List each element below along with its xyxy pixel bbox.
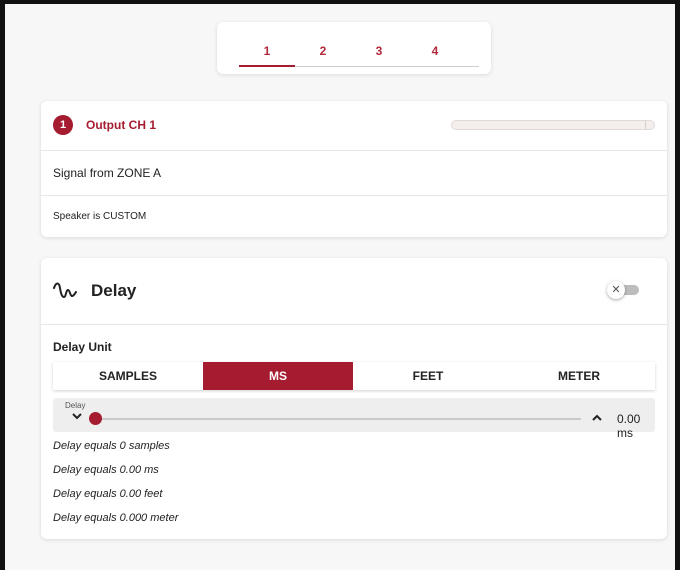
delay-slider-thumb[interactable] bbox=[89, 412, 102, 425]
app-frame: 1 2 3 4 1 Output CH 1 Signal from ZONE A… bbox=[0, 0, 680, 570]
output-title: Output CH 1 bbox=[86, 118, 156, 132]
level-meter-tick bbox=[645, 121, 646, 129]
delay-slider-field: Delay 0.00 ms bbox=[53, 398, 655, 440]
speaker-type-text: Speaker is CUSTOM bbox=[53, 211, 147, 222]
delay-equals-meter: Delay equals 0.000 meter bbox=[53, 512, 179, 524]
signal-source-text: Signal from ZONE A bbox=[53, 166, 162, 180]
unit-meter-button[interactable]: METER bbox=[503, 362, 655, 390]
tab-2[interactable]: 2 bbox=[295, 44, 351, 58]
channel-tabs: 1 2 3 4 bbox=[217, 22, 491, 74]
delay-equals-ms: Delay equals 0.00 ms bbox=[53, 464, 159, 476]
tab-4[interactable]: 4 bbox=[407, 44, 463, 58]
delay-slider-label: Delay bbox=[65, 401, 86, 410]
output-header: 1 Output CH 1 bbox=[41, 101, 667, 151]
delay-title: Delay bbox=[91, 281, 137, 300]
channel-badge: 1 bbox=[53, 115, 73, 135]
waveform-icon bbox=[53, 282, 77, 299]
delay-unit-selector: SAMPLES MS FEET METER bbox=[53, 362, 655, 390]
chevron-up-icon[interactable] bbox=[591, 413, 603, 423]
delay-header: Delay ✕ bbox=[41, 258, 667, 325]
tab-active-indicator bbox=[239, 65, 295, 67]
delay-enable-toggle[interactable]: ✕ bbox=[607, 281, 643, 299]
tab-3[interactable]: 3 bbox=[351, 44, 407, 58]
tab-1[interactable]: 1 bbox=[239, 44, 295, 58]
chevron-down-icon[interactable] bbox=[71, 411, 83, 421]
unit-ms-button[interactable]: MS bbox=[203, 362, 353, 390]
delay-slider-track[interactable] bbox=[95, 418, 581, 420]
unit-samples-button[interactable]: SAMPLES bbox=[53, 362, 203, 390]
delay-card: Delay ✕ Delay Unit SAMPLES MS FEET METER… bbox=[41, 258, 667, 539]
delay-value: 0.00 ms bbox=[617, 412, 641, 440]
delay-equals-feet: Delay equals 0.00 feet bbox=[53, 488, 163, 500]
delay-unit-label: Delay Unit bbox=[53, 340, 112, 354]
output-card: 1 Output CH 1 Signal from ZONE A Speaker… bbox=[41, 101, 667, 237]
signal-row: Signal from ZONE A bbox=[41, 151, 667, 196]
close-icon: ✕ bbox=[607, 281, 625, 299]
unit-feet-button[interactable]: FEET bbox=[353, 362, 503, 390]
level-meter bbox=[451, 120, 655, 130]
delay-equals-samples: Delay equals 0 samples bbox=[53, 440, 170, 452]
